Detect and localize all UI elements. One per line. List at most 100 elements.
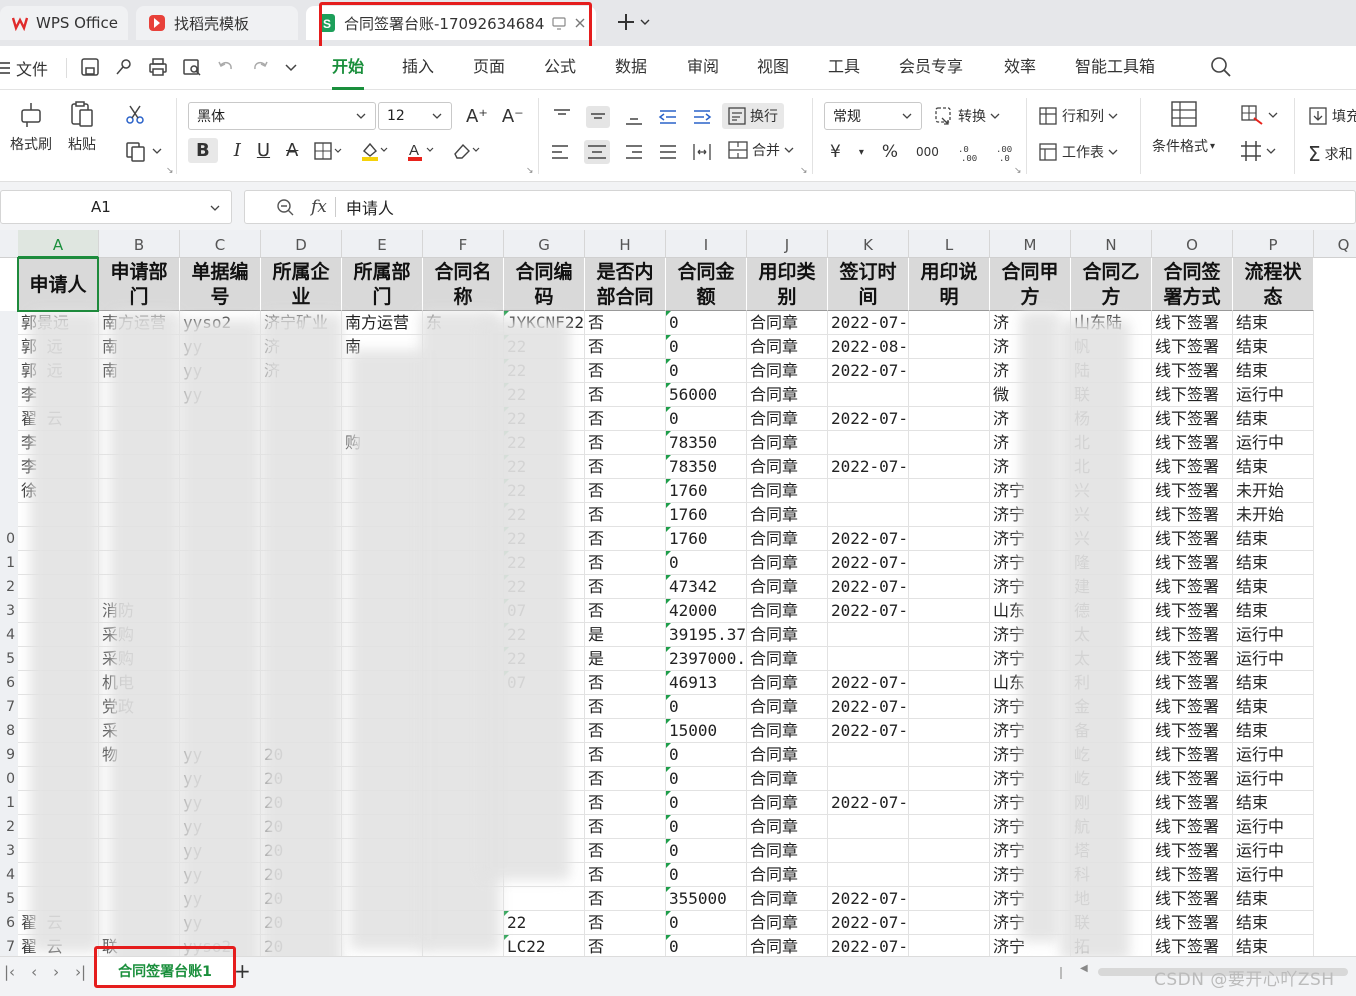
table-cell[interactable]: 合同章 — [747, 671, 828, 695]
table-cell[interactable] — [909, 335, 990, 359]
table-cell[interactable]: 线下签署 — [1152, 527, 1233, 551]
table-cell[interactable]: 否 — [585, 527, 666, 551]
row-number[interactable] — [0, 311, 18, 335]
table-cell[interactable]: 15000 — [666, 719, 747, 743]
table-cell[interactable]: 否 — [585, 407, 666, 431]
decrease-font-icon[interactable]: A⁻ — [502, 106, 524, 127]
row-number[interactable]: 7 — [0, 935, 18, 956]
undo-icon[interactable] — [216, 57, 236, 77]
table-cell[interactable]: 线下签署 — [1152, 455, 1233, 479]
table-cell[interactable]: 线下签署 — [1152, 551, 1233, 575]
increase-indent-icon[interactable] — [692, 108, 712, 126]
table-cell[interactable]: 否 — [585, 791, 666, 815]
table-cell[interactable]: 否 — [585, 719, 666, 743]
table-cell[interactable]: 0 — [666, 407, 747, 431]
table-cell[interactable] — [909, 431, 990, 455]
header-cell[interactable]: 合同金额 — [666, 258, 747, 311]
table-cell[interactable] — [909, 887, 990, 911]
header-cell[interactable]: 合同签 署方式 — [1152, 258, 1233, 311]
table-cell[interactable] — [909, 551, 990, 575]
bold-icon[interactable]: B — [188, 138, 218, 163]
table-cell[interactable]: 2022-07-2 — [828, 695, 909, 719]
table-cell[interactable]: 合同章 — [747, 599, 828, 623]
table-cell[interactable]: 否 — [585, 455, 666, 479]
conditional-format-button[interactable]: 条件格式 ▾ — [1152, 100, 1215, 156]
row-number[interactable]: 0 — [0, 767, 18, 791]
menu-tab-view[interactable]: 视图 — [757, 46, 789, 90]
eraser-icon[interactable] — [452, 141, 482, 161]
header-cell[interactable]: 签订时间 — [828, 258, 909, 311]
row-number[interactable]: 3 — [0, 599, 18, 623]
table-cell[interactable]: 否 — [585, 863, 666, 887]
table-cell[interactable]: 否 — [585, 695, 666, 719]
last-sheet-icon[interactable]: ›| — [75, 963, 86, 981]
menu-tab-efficiency[interactable]: 效率 — [1004, 46, 1036, 90]
table-cell[interactable]: 是 — [585, 623, 666, 647]
column-header-i[interactable]: I — [666, 230, 747, 258]
column-header-o[interactable]: O — [1152, 230, 1233, 258]
table-cell[interactable]: 合同章 — [747, 359, 828, 383]
table-cell[interactable]: 线下签署 — [1152, 695, 1233, 719]
header-cell[interactable]: 合同甲方 — [990, 258, 1071, 311]
font-size-select[interactable]: 12 — [378, 102, 452, 130]
table-cell[interactable]: 0 — [666, 335, 747, 359]
table-cell[interactable]: 未开始 — [1233, 503, 1314, 527]
fill-color-icon[interactable] — [360, 141, 390, 161]
fx-icon[interactable]: fx — [311, 197, 327, 217]
quick-access-more-icon[interactable] — [284, 60, 298, 74]
table-cell[interactable]: 否 — [585, 479, 666, 503]
menu-tab-data[interactable]: 数据 — [615, 46, 647, 90]
row-number[interactable]: 0 — [0, 527, 18, 551]
cut-button[interactable] — [124, 104, 146, 126]
row-number[interactable]: 7 — [0, 695, 18, 719]
column-header-p[interactable]: P — [1233, 230, 1314, 258]
merge-button[interactable]: 合并 — [728, 140, 794, 160]
table-cell[interactable]: 线下签署 — [1152, 431, 1233, 455]
table-cell[interactable]: 结束 — [1233, 311, 1314, 335]
search-button[interactable] — [1210, 56, 1232, 78]
align-top-icon[interactable] — [552, 108, 572, 126]
table-cell[interactable]: 否 — [585, 383, 666, 407]
header-cell[interactable]: 所属企业 — [261, 258, 342, 311]
tab-template[interactable]: 找稻壳模板 — [136, 6, 298, 40]
table-cell[interactable]: 78350 — [666, 431, 747, 455]
header-cell[interactable]: 单据编号 — [180, 258, 261, 311]
table-cell[interactable]: 是 — [585, 647, 666, 671]
row-number[interactable] — [0, 383, 18, 407]
tab-wps-office[interactable]: WPS Office — [0, 6, 128, 40]
table-cell[interactable]: 合同章 — [747, 647, 828, 671]
column-header-f[interactable]: F — [423, 230, 504, 258]
scroll-left-icon[interactable]: ◀ — [1080, 963, 1088, 974]
table-cell[interactable]: 47342 — [666, 575, 747, 599]
table-cell[interactable]: 线下签署 — [1152, 647, 1233, 671]
wrap-text-button[interactable]: 换行 — [722, 103, 784, 129]
dialog-launcher-icon[interactable]: ↘ — [1014, 166, 1022, 176]
sheet-tab-active[interactable]: 合同签署台账1 — [96, 957, 234, 987]
table-cell[interactable]: 0 — [666, 815, 747, 839]
table-cell[interactable]: 2022-07-2 — [828, 527, 909, 551]
table-cell[interactable] — [909, 527, 990, 551]
column-header-j[interactable]: J — [747, 230, 828, 258]
table-cell[interactable] — [909, 695, 990, 719]
file-menu[interactable]: 文件 — [0, 56, 48, 80]
table-cell[interactable]: 线下签署 — [1152, 839, 1233, 863]
table-cell[interactable]: 线下签署 — [1152, 383, 1233, 407]
align-left-icon[interactable] — [550, 143, 570, 161]
row-number[interactable]: 8 — [0, 719, 18, 743]
font-color-icon[interactable]: A — [406, 141, 436, 161]
menu-tab-insert[interactable]: 插入 — [402, 46, 434, 90]
table-cell[interactable]: 2022-07-2 — [828, 887, 909, 911]
table-cell[interactable] — [828, 647, 909, 671]
header-cell[interactable]: 用印说明 — [909, 258, 990, 311]
table-cell[interactable]: 运行中 — [1233, 839, 1314, 863]
table-cell[interactable]: 结束 — [1233, 887, 1314, 911]
table-cell[interactable]: 结束 — [1233, 527, 1314, 551]
table-cell[interactable]: 2022-07-2 — [828, 575, 909, 599]
table-cell[interactable]: 否 — [585, 575, 666, 599]
table-cell[interactable]: 运行中 — [1233, 743, 1314, 767]
table-cell[interactable]: 2022-07-2 — [828, 455, 909, 479]
table-cell[interactable]: 运行中 — [1233, 383, 1314, 407]
next-sheet-icon[interactable]: › — [53, 963, 59, 981]
table-cell[interactable] — [909, 671, 990, 695]
format-painter-button[interactable]: 格式刷 — [10, 100, 52, 154]
